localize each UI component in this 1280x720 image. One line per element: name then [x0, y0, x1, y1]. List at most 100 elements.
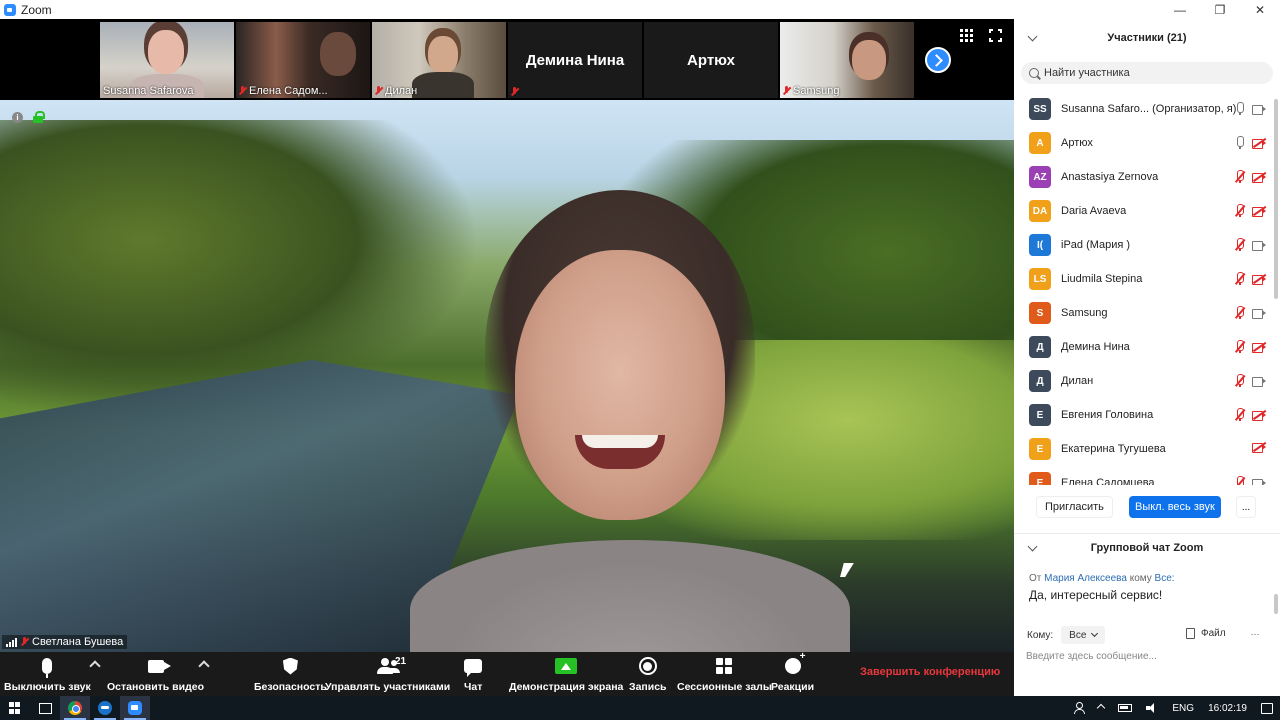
participant-status — [1235, 102, 1266, 116]
language-indicator[interactable]: ENG — [1172, 703, 1194, 714]
share-screen-button[interactable]: Демонстрация экрана — [509, 652, 623, 696]
video-off-icon[interactable] — [1252, 341, 1267, 353]
thumbnail-video[interactable]: Susanna Safarova — [100, 22, 234, 98]
participant-row[interactable]: S Samsung — [1014, 296, 1272, 330]
share-screen-icon — [555, 658, 578, 674]
lock-icon[interactable] — [33, 111, 45, 123]
maximize-button[interactable]: ❐ — [1200, 0, 1240, 19]
participant-status — [1252, 441, 1267, 453]
fullscreen-icon[interactable] — [988, 28, 1003, 43]
collapse-chevron-down-icon[interactable] — [1027, 31, 1038, 42]
thumbnail-video[interactable]: Демина Нина — [508, 22, 642, 98]
mic-muted-icon[interactable] — [1234, 204, 1246, 218]
mic-muted-icon[interactable] — [1234, 272, 1246, 286]
mic-muted-icon[interactable] — [1234, 170, 1246, 184]
breakout-rooms-button[interactable]: Сессионные залы — [677, 652, 772, 696]
video-camera-icon[interactable] — [1252, 104, 1266, 115]
mic-muted-icon[interactable] — [1234, 408, 1246, 422]
thumbnail-video[interactable]: Samsung — [780, 22, 914, 98]
video-camera-icon[interactable] — [1252, 308, 1266, 319]
mic-muted-icon[interactable] — [1234, 340, 1246, 354]
thumbnail-video[interactable]: Артюх — [644, 22, 778, 98]
mic-muted-icon — [239, 86, 246, 96]
participant-row[interactable]: I(iPad (Мария ) — [1014, 228, 1272, 262]
manage-participants-button[interactable]: Управлять участниками — [325, 652, 450, 696]
mute-button[interactable]: Выключить звук — [4, 652, 91, 696]
video-camera-icon[interactable] — [1252, 376, 1266, 387]
participants-scrollbar[interactable] — [1274, 99, 1278, 299]
thumbnail-big-name: Артюх — [687, 51, 735, 69]
record-button[interactable]: Запись — [629, 652, 667, 696]
windows-taskbar: ENG 16:02:19 — [0, 696, 1280, 720]
participant-torso — [412, 72, 474, 98]
video-off-icon[interactable] — [1252, 171, 1267, 183]
video-off-icon[interactable] — [1252, 273, 1267, 285]
participant-row[interactable]: AZ Anastasiya Zernova — [1014, 160, 1272, 194]
participant-row[interactable]: LS Liudmila Stepina — [1014, 262, 1272, 296]
clock[interactable]: 16:02:19 — [1208, 703, 1247, 714]
taskbar-edge[interactable] — [90, 696, 120, 720]
microphone-icon[interactable] — [1235, 102, 1244, 116]
next-page-arrow-icon[interactable] — [925, 47, 951, 73]
thumbnail-video[interactable]: Елена Садом... — [236, 22, 370, 98]
start-button[interactable] — [0, 696, 30, 720]
thumbnail-big-name: Демина Нина — [525, 51, 625, 69]
mute-all-button[interactable]: Выкл. весь звук — [1129, 496, 1221, 518]
video-off-icon[interactable] — [1252, 441, 1267, 453]
collapse-chevron-down-icon[interactable] — [1027, 541, 1038, 552]
people-icon[interactable] — [1074, 702, 1086, 714]
participant-name: Liudmila Stepina — [1061, 273, 1143, 285]
thumbnail-video[interactable]: Дилан — [372, 22, 506, 98]
chat-recipient-select[interactable]: Все — [1061, 626, 1106, 644]
stop-video-button[interactable]: Остановить видео — [107, 652, 204, 696]
battery-icon[interactable] — [1118, 704, 1133, 712]
microphone-icon[interactable] — [1235, 136, 1244, 150]
participant-status — [1235, 136, 1267, 150]
video-off-icon[interactable] — [1252, 409, 1267, 421]
mic-muted-icon[interactable] — [1234, 476, 1246, 485]
participant-search-input[interactable] — [1044, 67, 1244, 79]
minimize-button[interactable]: — — [1160, 0, 1200, 19]
participant-row[interactable]: Е Евгения Головина — [1014, 398, 1272, 432]
video-camera-icon[interactable] — [1252, 240, 1266, 251]
chat-sender[interactable]: Мария Алексеева — [1044, 573, 1127, 584]
participant-row[interactable]: SS Susanna Safaro... (Организатор, я) — [1014, 92, 1272, 126]
mic-muted-icon[interactable] — [1234, 238, 1246, 252]
audio-options-chevron-up-icon[interactable] — [89, 660, 101, 672]
invite-button[interactable]: Пригласить — [1036, 496, 1113, 518]
speaker-teeth — [582, 435, 658, 448]
chat-message-input[interactable] — [1026, 651, 1266, 662]
show-hidden-icons-chevron-up-icon[interactable] — [1097, 703, 1106, 713]
mic-muted-icon[interactable] — [1234, 306, 1246, 320]
taskbar-zoom[interactable] — [120, 696, 150, 720]
video-off-icon[interactable] — [1252, 205, 1267, 217]
participant-row[interactable]: DA Daria Avaeva — [1014, 194, 1272, 228]
more-options-button[interactable]: ... — [1236, 496, 1256, 518]
participant-row[interactable]: Е Елена Садомцева — [1014, 466, 1272, 485]
close-button[interactable]: ✕ — [1240, 0, 1280, 19]
end-meeting-button[interactable]: Завершить конференцию — [860, 666, 1000, 678]
video-off-icon[interactable] — [1252, 137, 1267, 149]
task-view-button[interactable] — [30, 696, 60, 720]
participant-row[interactable]: Д Дилан — [1014, 364, 1272, 398]
taskbar-chrome[interactable] — [60, 696, 90, 720]
participant-name: Евгения Головина — [1061, 409, 1154, 421]
participant-status — [1234, 476, 1266, 485]
reactions-button[interactable]: Реакции — [771, 651, 814, 696]
gallery-view-icon[interactable] — [960, 29, 973, 42]
volume-icon[interactable] — [1146, 703, 1158, 713]
participant-row[interactable]: А Артюх — [1014, 126, 1272, 160]
mic-muted-icon[interactable] — [1234, 374, 1246, 388]
info-icon[interactable]: i — [12, 111, 23, 123]
chat-more-button[interactable]: ··· — [1246, 626, 1264, 642]
search-icon — [1029, 68, 1039, 78]
chat-button[interactable]: Чат — [464, 652, 482, 696]
video-camera-icon[interactable] — [1252, 478, 1266, 485]
notifications-icon[interactable] — [1261, 702, 1273, 714]
participant-search[interactable] — [1021, 62, 1273, 84]
chat-scrollbar[interactable] — [1274, 594, 1278, 614]
participant-row[interactable]: Е Екатерина Тугушева — [1014, 432, 1272, 466]
participant-row[interactable]: Д Демина Нина — [1014, 330, 1272, 364]
security-button[interactable]: Безопасность — [254, 652, 327, 696]
file-button[interactable]: Файл — [1186, 628, 1226, 639]
